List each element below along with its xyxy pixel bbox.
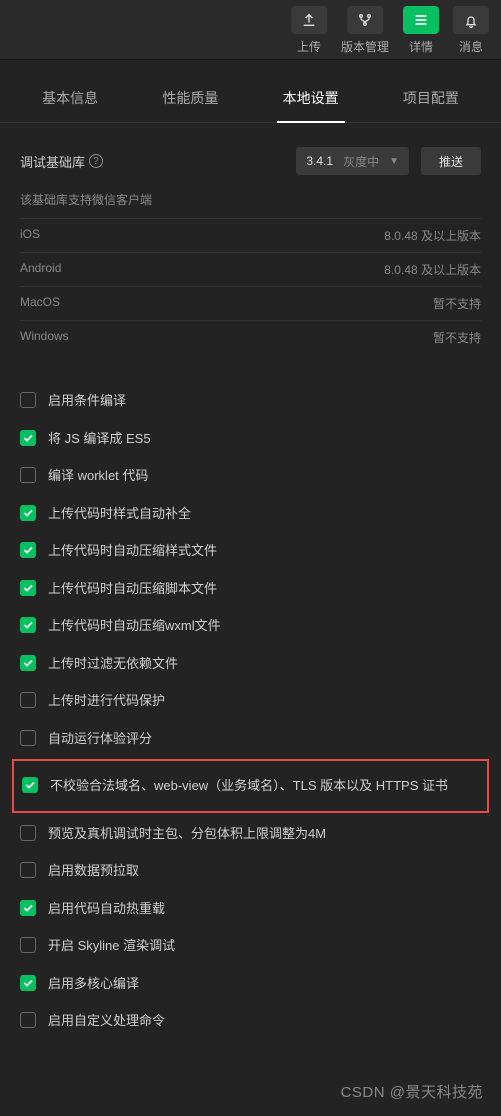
option-code-protect: 上传时进行代码保护	[20, 682, 481, 720]
checkbox[interactable]	[20, 1012, 36, 1028]
option-hot-reload: 启用代码自动热重载	[20, 890, 481, 928]
option-worklet: 编译 worklet 代码	[20, 457, 481, 495]
option-style-complete: 上传代码时样式自动补全	[20, 495, 481, 533]
option-label: 启用条件编译	[48, 391, 126, 411]
option-label: 上传代码时自动压缩脚本文件	[48, 579, 217, 599]
toolbar-messages[interactable]: 消息	[449, 4, 493, 57]
tab-basic[interactable]: 基本信息	[36, 78, 104, 122]
option-label: 上传代码时样式自动补全	[48, 504, 191, 524]
option-skyline: 开启 Skyline 渲染调试	[20, 927, 481, 965]
tab-project[interactable]: 项目配置	[397, 78, 465, 122]
checkbox[interactable]	[20, 542, 36, 558]
os-name: MacOS	[20, 295, 60, 312]
toolbar-label: 消息	[459, 38, 483, 55]
option-cond-compile: 启用条件编译	[20, 382, 481, 420]
option-label: 编译 worklet 代码	[48, 466, 148, 486]
branch-icon	[347, 6, 383, 34]
os-version: 暂不支持	[433, 329, 481, 346]
option-preview-4m: 预览及真机调试时主包、分包体积上限调整为4M	[20, 815, 481, 853]
option-skip-domain: 不校验合法域名、web-view（业务域名）、TLS 版本以及 HTTPS 证书	[22, 767, 479, 805]
tab-perf[interactable]: 性能质量	[156, 78, 224, 122]
option-multicore: 启用多核心编译	[20, 965, 481, 1003]
option-es5: 将 JS 编译成 ES5	[20, 420, 481, 458]
toolbar-label: 详情	[409, 38, 433, 55]
option-auto-audit: 自动运行体验评分	[20, 720, 481, 758]
settings-tabs: 基本信息 性能质量 本地设置 项目配置	[0, 60, 501, 123]
option-filter-nodep: 上传时过滤无依赖文件	[20, 645, 481, 683]
support-row: iOS 8.0.48 及以上版本	[20, 218, 481, 252]
checkbox[interactable]	[20, 692, 36, 708]
option-custom-cmd: 启用自定义处理命令	[20, 1002, 481, 1040]
os-version: 8.0.48 及以上版本	[384, 261, 481, 278]
option-label: 启用数据预拉取	[48, 861, 139, 881]
toolbar-label: 上传	[297, 38, 321, 55]
os-name: iOS	[20, 227, 40, 244]
option-label: 预览及真机调试时主包、分包体积上限调整为4M	[48, 824, 326, 844]
upload-icon	[291, 6, 327, 34]
option-label: 上传代码时自动压缩样式文件	[48, 541, 217, 561]
debug-lib-label: 调试基础库 ?	[20, 152, 284, 171]
option-label: 启用代码自动热重载	[48, 899, 165, 919]
support-row: Android 8.0.48 及以上版本	[20, 252, 481, 286]
option-compress-script: 上传代码时自动压缩脚本文件	[20, 570, 481, 608]
watermark: CSDN @景天科技苑	[341, 1081, 483, 1102]
checkbox[interactable]	[20, 505, 36, 521]
support-row: MacOS 暂不支持	[20, 286, 481, 320]
option-label: 上传代码时自动压缩wxml文件	[48, 616, 221, 636]
version-number: 3.4.1	[306, 154, 333, 168]
option-label: 启用自定义处理命令	[48, 1011, 165, 1031]
checkbox[interactable]	[20, 467, 36, 483]
option-label: 上传时进行代码保护	[48, 691, 165, 711]
option-label: 启用多核心编译	[48, 974, 139, 994]
menu-icon	[403, 6, 439, 34]
toolbar-vcs[interactable]: 版本管理	[337, 4, 393, 57]
options-list: 启用条件编译将 JS 编译成 ES5 编译 worklet 代码上传代码时样式自动…	[20, 382, 481, 1040]
option-prefetch: 启用数据预拉取	[20, 852, 481, 890]
toolbar-upload[interactable]: 上传	[287, 4, 331, 57]
bell-icon	[453, 6, 489, 34]
checkbox[interactable]	[22, 777, 38, 793]
checkbox[interactable]	[20, 580, 36, 596]
version-select[interactable]: 3.4.1 灰度中 ▼	[296, 147, 409, 175]
tab-local[interactable]: 本地设置	[277, 78, 345, 122]
checkbox[interactable]	[20, 655, 36, 671]
help-icon[interactable]: ?	[89, 154, 103, 168]
os-version: 8.0.48 及以上版本	[384, 227, 481, 244]
checkbox[interactable]	[20, 730, 36, 746]
support-table: iOS 8.0.48 及以上版本 Android 8.0.48 及以上版本 MacOS 暂…	[20, 218, 481, 354]
checkbox[interactable]	[20, 825, 36, 841]
option-label: 自动运行体验评分	[48, 729, 152, 749]
option-label: 不校验合法域名、web-view（业务域名）、TLS 版本以及 HTTPS 证书	[50, 776, 448, 796]
option-compress-style: 上传代码时自动压缩样式文件	[20, 532, 481, 570]
option-label: 开启 Skyline 渲染调试	[48, 936, 175, 956]
chevron-down-icon: ▼	[389, 156, 399, 167]
checkbox[interactable]	[20, 392, 36, 408]
checkbox[interactable]	[20, 975, 36, 991]
push-button[interactable]: 推送	[421, 147, 481, 175]
support-row: Windows 暂不支持	[20, 320, 481, 354]
os-name: Windows	[20, 329, 69, 346]
toolbar-details[interactable]: 详情	[399, 4, 443, 57]
os-name: Android	[20, 261, 61, 278]
os-version: 暂不支持	[433, 295, 481, 312]
checkbox[interactable]	[20, 430, 36, 446]
debug-lib-row: 调试基础库 ? 3.4.1 灰度中 ▼ 推送	[20, 147, 481, 175]
checkbox[interactable]	[20, 617, 36, 633]
checkbox[interactable]	[20, 900, 36, 916]
toolbar-label: 版本管理	[341, 38, 389, 55]
option-label: 上传时过滤无依赖文件	[48, 654, 178, 674]
checkbox[interactable]	[20, 862, 36, 878]
version-tag: 灰度中	[343, 153, 379, 170]
checkbox[interactable]	[20, 937, 36, 953]
option-compress-wxml: 上传代码时自动压缩wxml文件	[20, 607, 481, 645]
top-toolbar: 上传 版本管理 详情 消息	[0, 0, 501, 60]
support-hint: 该基础库支持微信客户端	[20, 191, 481, 208]
option-label: 将 JS 编译成 ES5	[48, 429, 151, 449]
